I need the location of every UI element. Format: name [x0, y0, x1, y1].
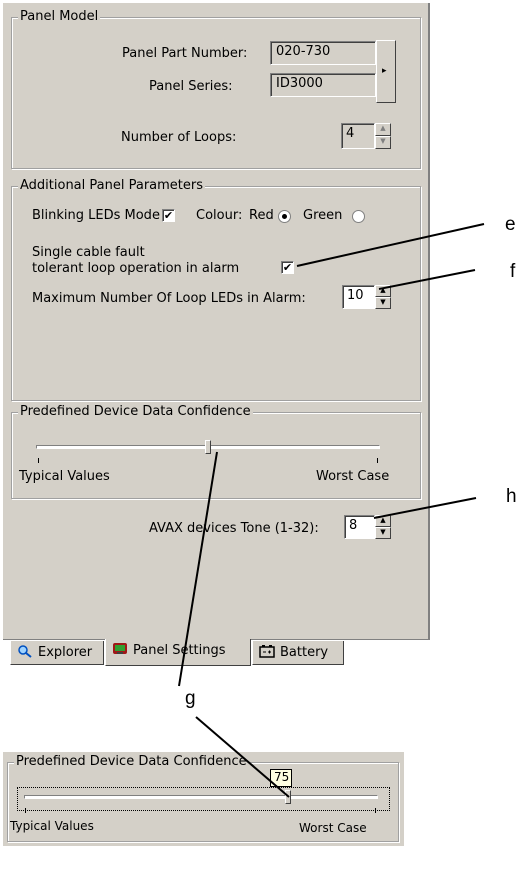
callout-g: g: [185, 688, 196, 709]
callout-line-g2: [195, 716, 290, 798]
callout-line-f: [378, 269, 476, 290]
callout-h: h: [506, 486, 517, 507]
callout-line-h: [373, 497, 477, 519]
callout-e: e: [505, 214, 516, 235]
callout-line-e: [296, 223, 485, 267]
callout-lines: [178, 223, 485, 798]
callout-line-g: [178, 451, 218, 687]
callout-f: f: [510, 261, 516, 282]
